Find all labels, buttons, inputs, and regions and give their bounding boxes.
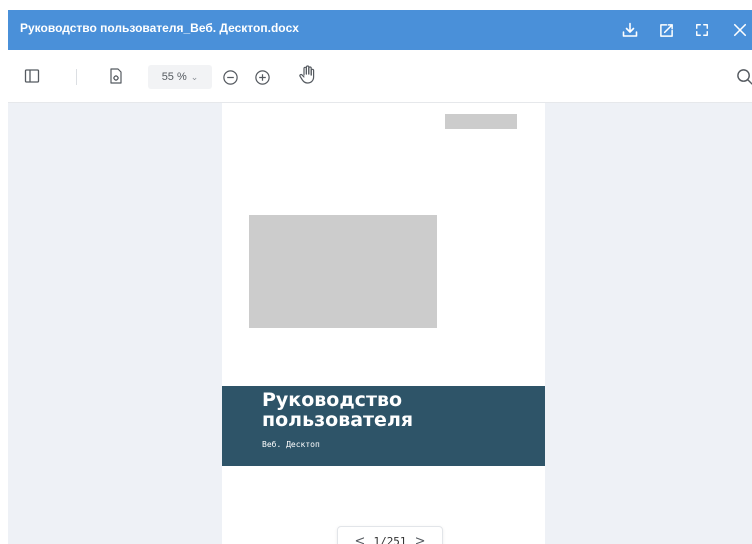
title-bar: Руководство пользователя_Веб. Десктоп.do… [8, 10, 752, 50]
zoom-in-icon[interactable] [252, 67, 272, 87]
fullscreen-icon[interactable] [692, 20, 712, 40]
page-navigator: < 1 / 251 > [337, 526, 443, 544]
viewer-toolbar: 55 % ⌄ [8, 50, 752, 103]
previous-page-button[interactable]: < [347, 534, 374, 544]
total-pages: 251 [386, 534, 407, 544]
current-page-number[interactable]: 1 [373, 535, 380, 544]
cover-subtitle: Веб. Десктоп [262, 440, 320, 449]
hand-tool-icon[interactable] [296, 64, 318, 86]
document-title: Руководство пользователя_Веб. Десктоп.do… [20, 21, 299, 35]
logo-placeholder [445, 114, 517, 129]
download-icon[interactable] [620, 20, 640, 40]
document-viewer-window: Руководство пользователя_Веб. Десктоп.do… [8, 10, 752, 544]
zoom-out-icon[interactable] [220, 67, 240, 87]
sidebar-toggle-icon[interactable] [22, 66, 42, 86]
document-viewport[interactable]: Руководство пользователя Веб. Десктоп < … [8, 103, 752, 544]
page-settings-icon[interactable] [106, 66, 126, 86]
search-icon[interactable] [734, 66, 752, 86]
open-external-icon[interactable] [656, 20, 676, 40]
image-placeholder [249, 215, 437, 328]
page-separator: / [380, 534, 387, 544]
zoom-select[interactable]: 55 % ⌄ [148, 65, 212, 89]
cover-title-band: Руководство пользователя Веб. Десктоп [222, 386, 545, 466]
zoom-value: 55 % [161, 71, 187, 83]
next-page-button[interactable]: > [407, 534, 434, 544]
close-icon[interactable] [730, 20, 750, 40]
chevron-down-icon: ⌄ [190, 71, 199, 82]
toolbar-divider [76, 69, 77, 85]
cover-title: Руководство пользователя [262, 389, 414, 431]
document-page: Руководство пользователя Веб. Десктоп [222, 103, 545, 544]
